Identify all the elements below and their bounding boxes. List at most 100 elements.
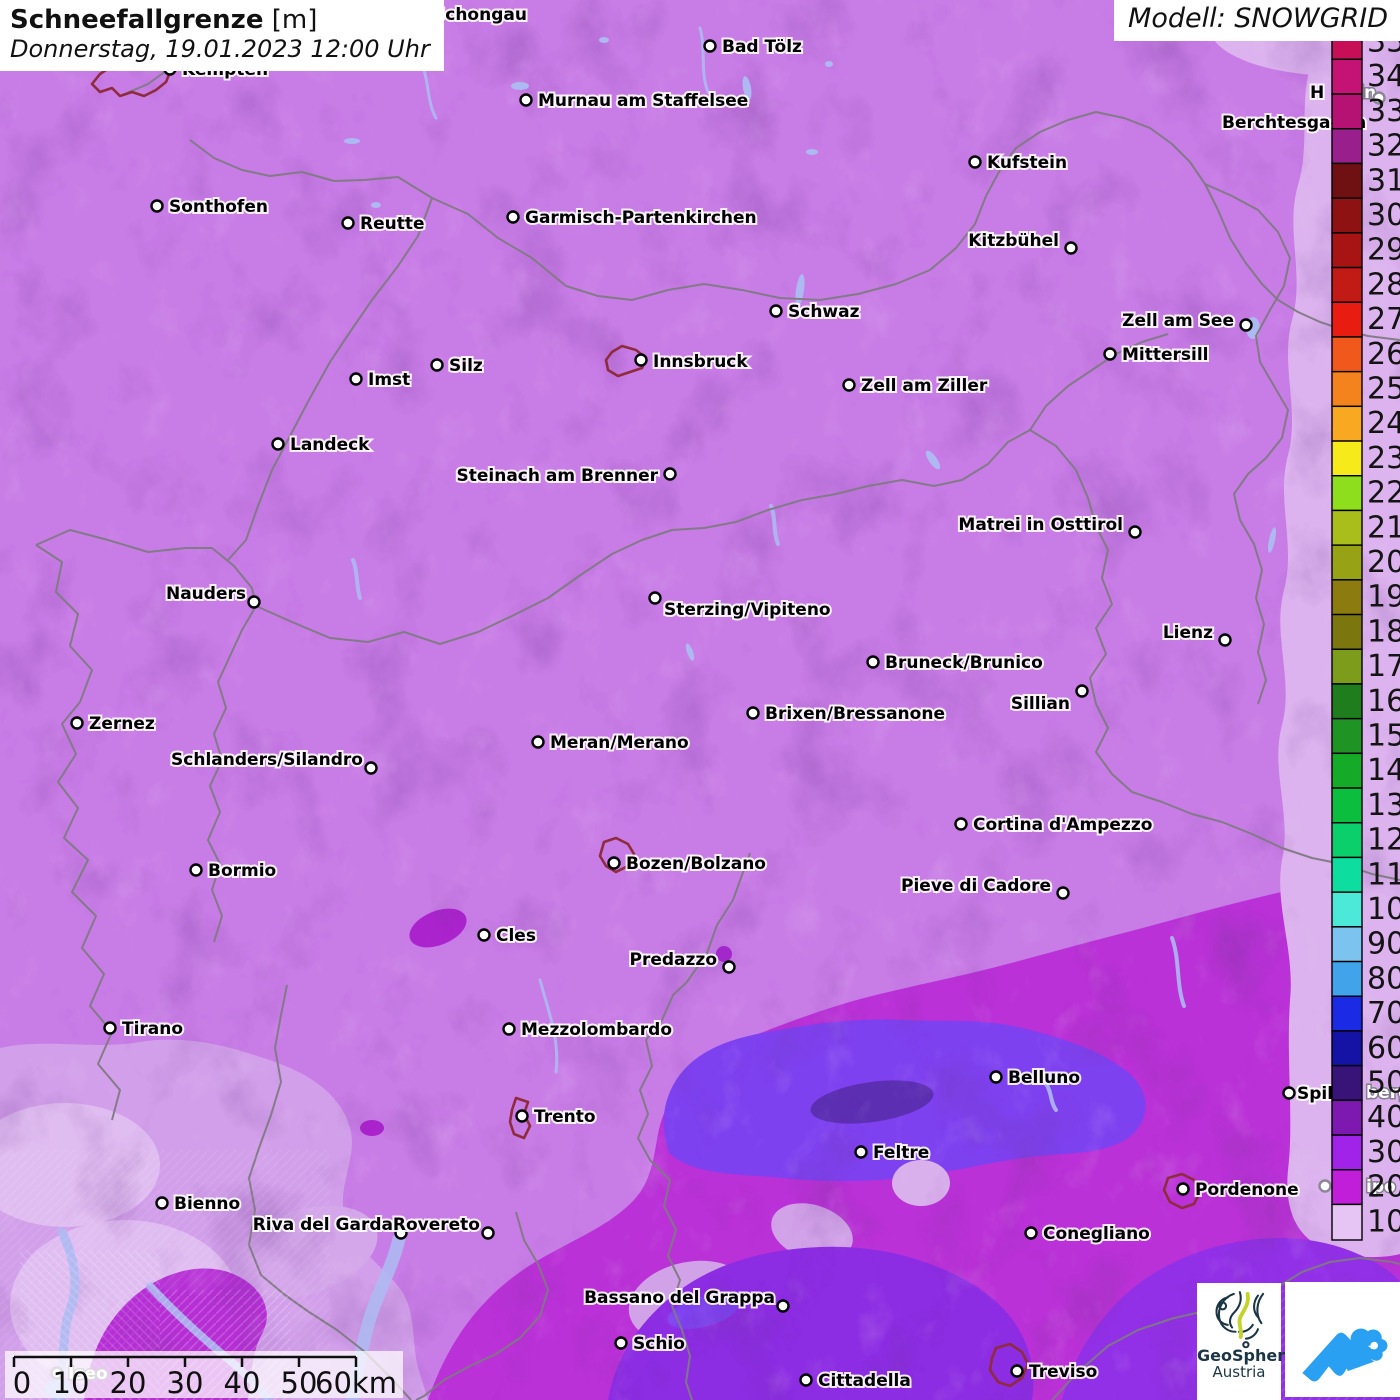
city-dot [481, 1226, 495, 1240]
colorbar-tick-label: 3400 [1367, 59, 1400, 94]
mountain-cloud-icon [1301, 1328, 1387, 1382]
colorbar-tick-label: 1400 [1367, 753, 1400, 788]
colorbar-tick-label: 2200 [1367, 476, 1400, 511]
colorbar-cell [1331, 544, 1363, 581]
colorbar-cell [1331, 752, 1363, 789]
city-label: Matrei in Osttirol [958, 515, 1123, 535]
colorbar-tick-label: 2300 [1367, 441, 1400, 476]
colorbar-cell [1331, 926, 1363, 963]
city-dot [1064, 241, 1078, 255]
city-label: Feltre [873, 1143, 929, 1163]
colorbar-tick-label: 200 [1367, 1170, 1400, 1205]
colorbar-tick-label: 700 [1367, 996, 1400, 1031]
city-dot [722, 960, 736, 974]
colorbar-tick-label: 1000 [1367, 892, 1400, 927]
map-title-box: Schneefallgrenze [m] Donnerstag, 19.01.2… [0, 0, 444, 71]
scalebar-label: 60km [315, 1366, 397, 1400]
scalebar-label: 30 [167, 1366, 204, 1400]
city-dot [842, 378, 856, 392]
colorbar-tick-label: 2400 [1367, 406, 1400, 441]
city-label: Zell am Ziller [861, 376, 988, 396]
colorbar-tick-label: 2000 [1367, 545, 1400, 580]
snowfall-limit-map: SchongauBad TölzKemptenMurnau am Staffel… [0, 0, 1400, 1400]
city-label: Rovereto [393, 1215, 480, 1235]
city-dot [614, 1336, 628, 1350]
city-label: Riva del Garda [253, 1215, 393, 1235]
city-dot [1218, 633, 1232, 647]
colorbar-cell [1331, 301, 1363, 338]
colorbar-cell [1331, 162, 1363, 199]
lake [806, 149, 818, 155]
colorbar-cell [1331, 579, 1363, 616]
city-label: Schio [633, 1334, 685, 1354]
city-dot [364, 761, 378, 775]
city-label: Conegliano [1043, 1224, 1150, 1244]
colorbar-cell [1331, 995, 1363, 1032]
colorbar-cell [1331, 717, 1363, 755]
colorbar-cell [1331, 58, 1363, 95]
lake [371, 202, 381, 208]
city-dot [271, 437, 285, 451]
city-dot [703, 39, 717, 53]
colorbar-tick-label: 1600 [1367, 684, 1400, 719]
title-unit: [m] [271, 5, 318, 35]
colorbar-tick-label: 1100 [1367, 857, 1400, 892]
colorbar-tick-label: 2100 [1367, 510, 1400, 545]
colorbar-cell [1331, 822, 1363, 859]
colorbar-tick-label: 1500 [1367, 719, 1400, 754]
city-dot [1075, 684, 1089, 698]
geosphere-logo-subtext: Austria [1212, 1363, 1266, 1381]
colorbar-cell [1331, 1203, 1363, 1241]
colorbar-tick-label: 500 [1367, 1066, 1400, 1101]
city-dot [1282, 1086, 1296, 1100]
city-dot [477, 928, 491, 942]
city-label: Schlanders/Silandro [171, 750, 363, 770]
colorbar-cell [1331, 613, 1363, 650]
city-dot [1318, 1179, 1332, 1193]
scalebar-label: 0 [13, 1366, 31, 1400]
colorbar-tick-label: 1200 [1367, 823, 1400, 858]
city-dot [854, 1145, 868, 1159]
colorbar-tick-label: 1700 [1367, 649, 1400, 684]
city-label: Meran/Merano [550, 733, 689, 753]
colorbar-cell [1331, 128, 1363, 165]
colorbar-cell [1331, 787, 1363, 824]
city-dot [634, 353, 648, 367]
colorbar-cell [1331, 475, 1363, 512]
colorbar-tick-label: 2500 [1367, 372, 1400, 407]
colorbar-tick-label: 2900 [1367, 233, 1400, 268]
colorbar-cell [1331, 266, 1363, 303]
colorbar-tick-label: 3300 [1367, 94, 1400, 129]
model-label-box: Modell: SNOWGRID [1114, 0, 1400, 41]
city-label: Bad Tölz [722, 37, 802, 57]
geosphere-logo-box: GeoSphere Austria [1197, 1283, 1296, 1400]
colorbar-tick-label: 2800 [1367, 267, 1400, 302]
city-label: Cles [496, 926, 536, 946]
city-label: Kufstein [987, 153, 1067, 173]
colorbar-cell [1331, 1099, 1363, 1136]
colorbar-cell [1331, 93, 1363, 130]
city-label: Mezzolombardo [521, 1020, 672, 1040]
colorbar-cell [1331, 648, 1363, 685]
city-dot [189, 863, 203, 877]
city-label: Brixen/Bressanone [765, 704, 945, 724]
city-label: Landeck [290, 435, 370, 455]
lake [825, 61, 833, 67]
distance-scalebar: 0 10 20 30 40 5060km [5, 1351, 403, 1400]
colorbar-cell [1331, 232, 1363, 269]
city-dot [968, 155, 982, 169]
city-label: Mittersill [1122, 345, 1209, 365]
city-dot [866, 655, 880, 669]
city-dot [70, 716, 84, 730]
city-dot [247, 595, 261, 609]
colorbar-cell [1331, 1169, 1363, 1206]
colorbar-tick-label: 1300 [1367, 788, 1400, 823]
city-label: Murnau am Staffelsee [538, 91, 748, 111]
city-dot [155, 1196, 169, 1210]
city-dot [1056, 886, 1070, 900]
city-dot [430, 358, 444, 372]
city-label: Zernez [89, 714, 155, 734]
page-title: Schneefallgrenze [m] [10, 5, 430, 35]
city-dot [746, 706, 760, 720]
city-label: Cortina d'Ampezzo [973, 815, 1152, 835]
